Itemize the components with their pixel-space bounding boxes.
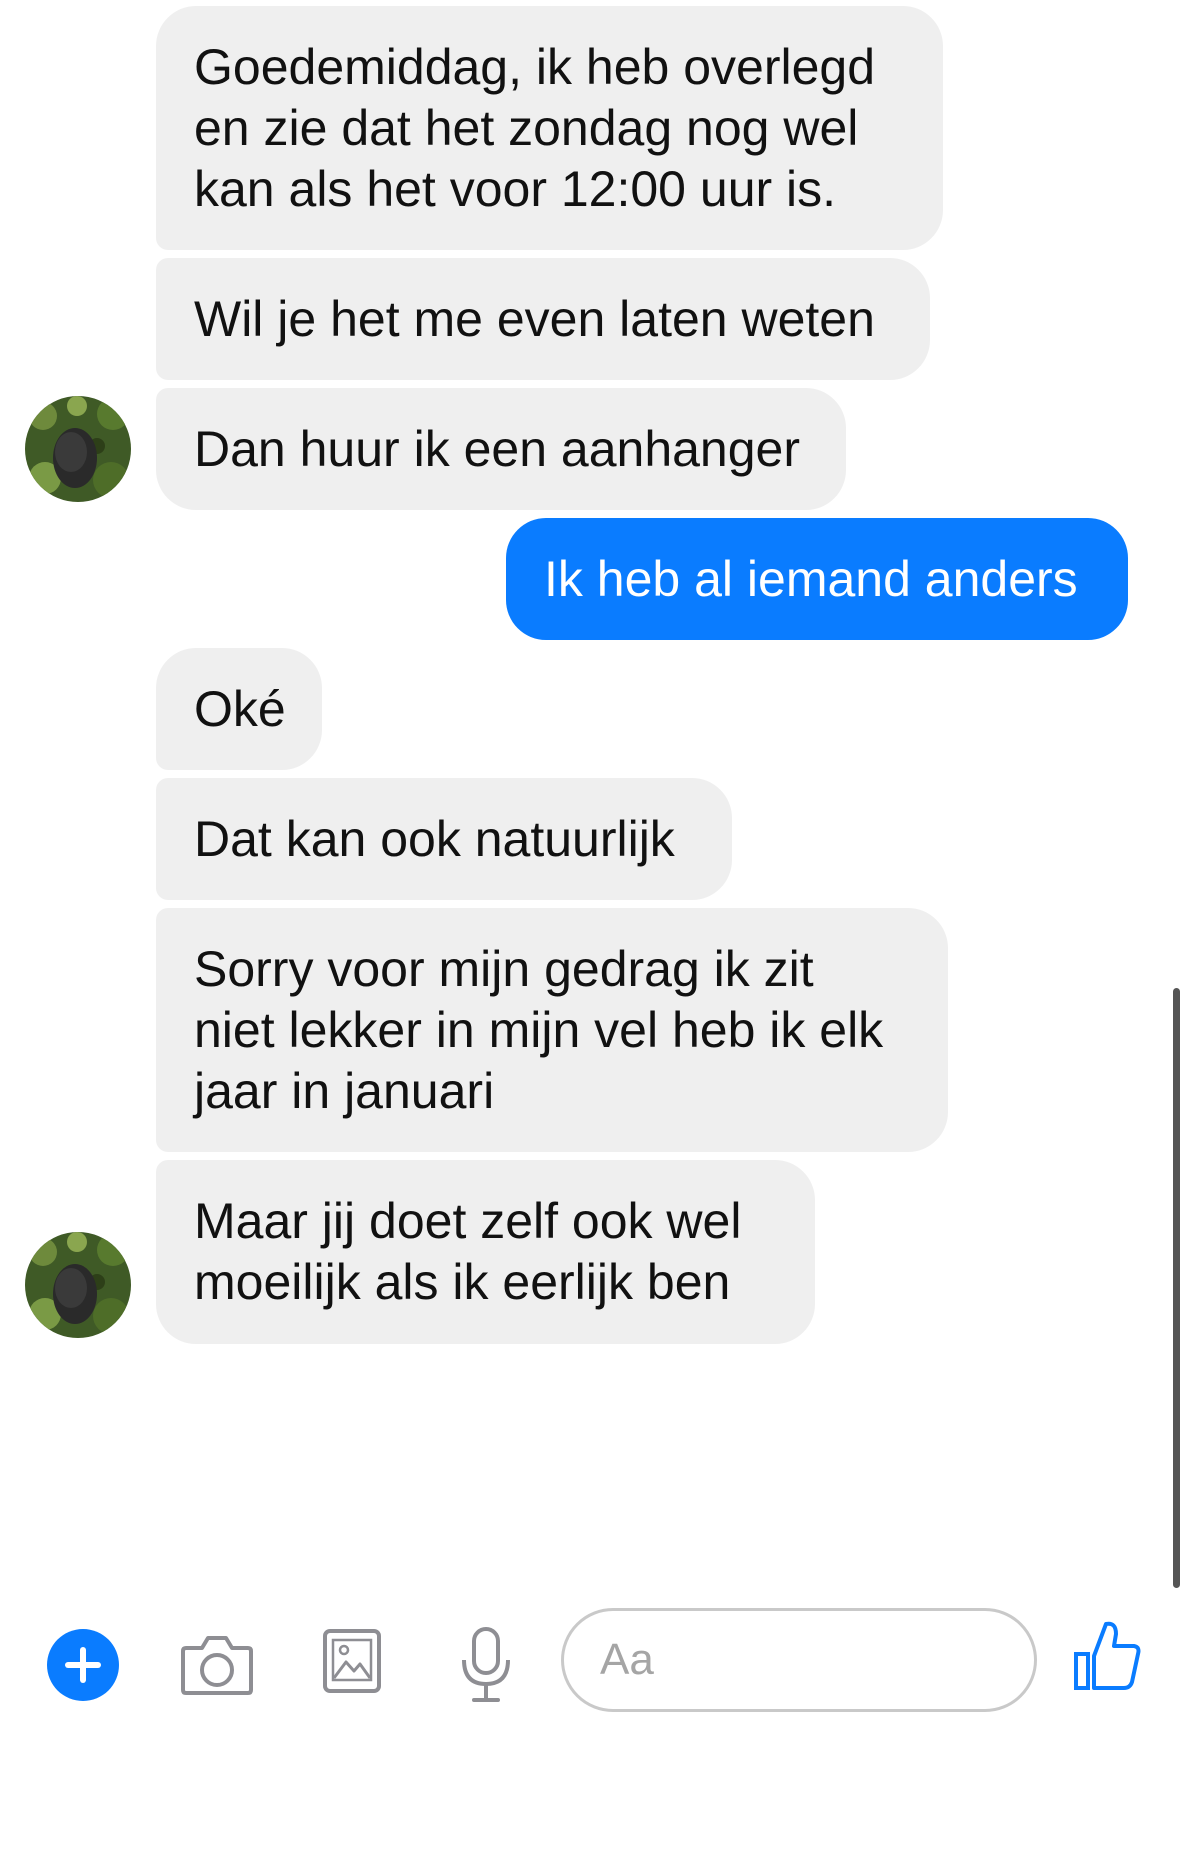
message-incoming[interactable]: Wil je het me even laten weten — [156, 258, 930, 380]
microphone-icon[interactable] — [458, 1626, 514, 1706]
plus-icon[interactable] — [46, 1628, 120, 1702]
message-incoming[interactable]: Maar jij doet zelf ook wel moeilijk als … — [156, 1160, 815, 1344]
message-incoming[interactable]: Dat kan ook natuurlijk — [156, 778, 732, 900]
scrollbar[interactable] — [1173, 988, 1180, 1588]
message-incoming[interactable]: Dan huur ik een aanhanger — [156, 388, 846, 510]
contact-avatar[interactable] — [25, 1232, 131, 1338]
message-incoming[interactable]: Oké — [156, 648, 322, 770]
message-input[interactable] — [561, 1608, 1037, 1712]
contact-avatar[interactable] — [25, 396, 131, 502]
avatar-photo — [25, 1232, 131, 1338]
avatar-photo — [25, 396, 131, 502]
image-icon[interactable] — [322, 1628, 382, 1694]
message-outgoing[interactable]: Ik heb al iemand anders — [506, 518, 1128, 640]
camera-icon[interactable] — [180, 1626, 254, 1700]
thumbs-up-icon[interactable] — [1072, 1618, 1142, 1692]
message-incoming[interactable]: Goedemiddag, ik heb overlegd en zie dat … — [156, 6, 943, 250]
message-incoming[interactable]: Sorry voor mijn gedrag ik zit niet lekke… — [156, 908, 948, 1152]
